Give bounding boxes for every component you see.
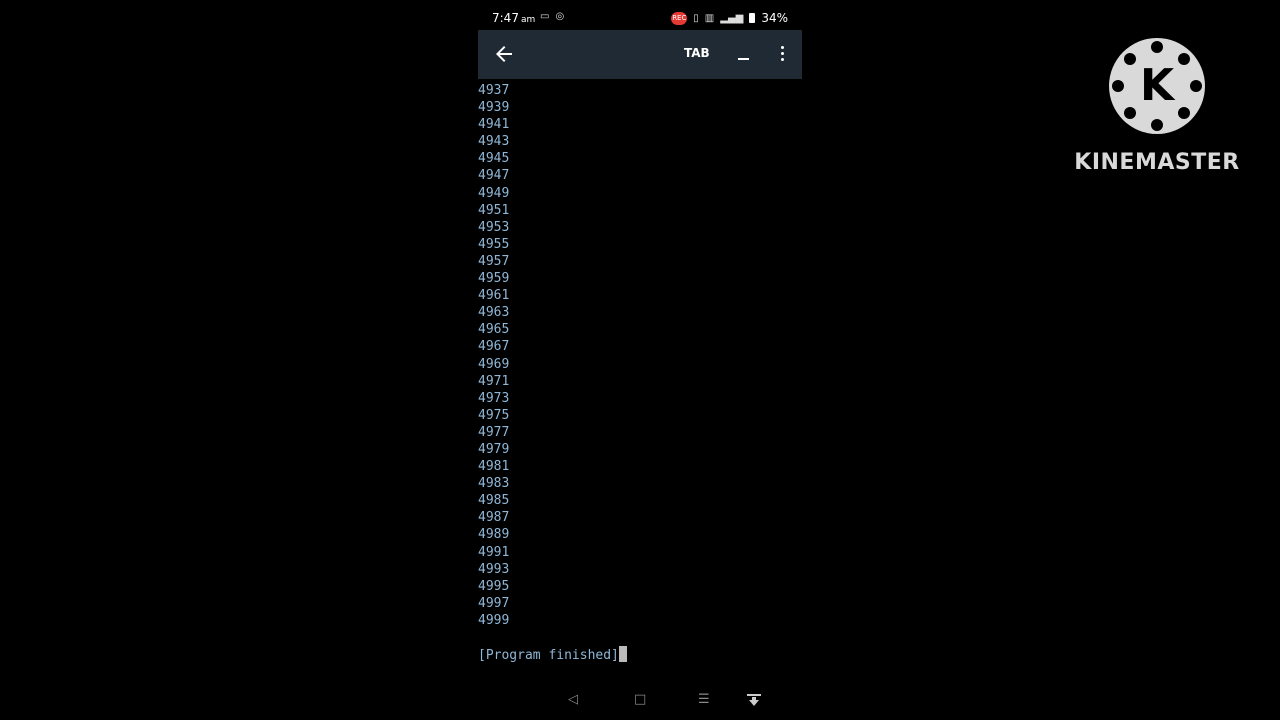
terminal-line: 4991	[478, 544, 510, 560]
terminal-line: 4943	[478, 134, 510, 150]
terminal-line: 4983	[478, 476, 510, 492]
terminal-line: 4995	[478, 578, 510, 594]
terminal-line: 4947	[478, 168, 510, 184]
kinemaster-watermark: K KINEMASTER	[1072, 38, 1242, 178]
status-left-icons: ▭◎	[540, 11, 570, 22]
keyboard-hide-icon[interactable]	[746, 692, 762, 712]
terminal-line: 4937	[478, 83, 510, 98]
terminal-line: 4989	[478, 527, 510, 543]
kinemaster-logo-icon: K	[1109, 38, 1205, 134]
terminal-line: 4941	[478, 117, 510, 133]
signal-icon: ▂▄▆	[720, 12, 744, 24]
back-button[interactable]	[492, 42, 516, 66]
logo-letter: K	[1140, 60, 1176, 111]
terminal-line: 4969	[478, 356, 510, 372]
terminal-line: 4949	[478, 185, 510, 201]
terminal-line: 4977	[478, 424, 510, 440]
more-menu-icon[interactable]	[779, 46, 785, 62]
terminal-line: 4945	[478, 151, 510, 167]
ampm-text: am	[520, 15, 536, 25]
program-finished-text: [Program finished]	[478, 648, 619, 663]
terminal-line: 4939	[478, 100, 510, 116]
terminal-line: 4971	[478, 373, 510, 389]
terminal-line: 4959	[478, 271, 510, 287]
hotspot-icon: ◎	[555, 11, 571, 22]
terminal-line: 4993	[478, 561, 510, 577]
phone-screen: 7:47 am ▭◎ REC ▯ ▥ ▂▄▆ 34% TAB 4937 4939 49…	[478, 0, 802, 720]
nav-bar: ◁ □ ☰	[478, 686, 802, 716]
rec-badge-icon: REC	[671, 11, 688, 25]
terminal-line: 4997	[478, 595, 510, 611]
back-triangle-icon[interactable]: ◁	[568, 692, 578, 707]
battery-percent: 34%	[761, 11, 788, 25]
time-text: 7:47	[492, 11, 519, 25]
terminal-line: 4987	[478, 510, 510, 526]
app-bar: TAB	[478, 30, 802, 79]
terminal-line: 4961	[478, 288, 510, 304]
terminal-line: 4965	[478, 322, 510, 338]
status-time: 7:47 am	[492, 11, 535, 25]
terminal-line: 4973	[478, 390, 510, 406]
terminal-line: 4985	[478, 493, 510, 509]
terminal-line: 4979	[478, 441, 510, 457]
terminal-line: 4953	[478, 219, 510, 235]
terminal-line: 4957	[478, 253, 510, 269]
terminal-line: 4951	[478, 202, 510, 218]
terminal-line: 4955	[478, 236, 510, 252]
terminal-cursor	[618, 646, 627, 662]
program-finished-line: [Program finished]	[478, 646, 627, 665]
terminal-line: 4967	[478, 339, 510, 355]
vibrate-icon: ▯	[693, 12, 699, 24]
back-arrow-icon	[496, 46, 512, 62]
screen-record-icon: ▭	[540, 11, 556, 22]
terminal-line: 4981	[478, 459, 510, 475]
home-square-icon[interactable]: □	[634, 692, 646, 707]
status-bar: 7:47 am ▭◎ REC ▯ ▥ ▂▄▆ 34%	[478, 0, 802, 34]
kinemaster-text: KINEMASTER	[1074, 150, 1240, 175]
battery-icon	[749, 13, 756, 23]
tab-button[interactable]: TAB	[684, 46, 710, 60]
recents-icon[interactable]: ☰	[698, 692, 710, 707]
minimize-button[interactable]	[738, 42, 750, 62]
volte-icon: ▥	[704, 12, 715, 24]
terminal-line: 4963	[478, 305, 510, 321]
terminal-line: 4999	[478, 612, 510, 628]
terminal-output: 4937 4939 4941 4943 4945 4947 4949 4951 4953 4955…	[478, 82, 802, 629]
status-right: REC ▯ ▥ ▂▄▆ 34%	[671, 11, 788, 25]
terminal-line: 4975	[478, 407, 510, 423]
